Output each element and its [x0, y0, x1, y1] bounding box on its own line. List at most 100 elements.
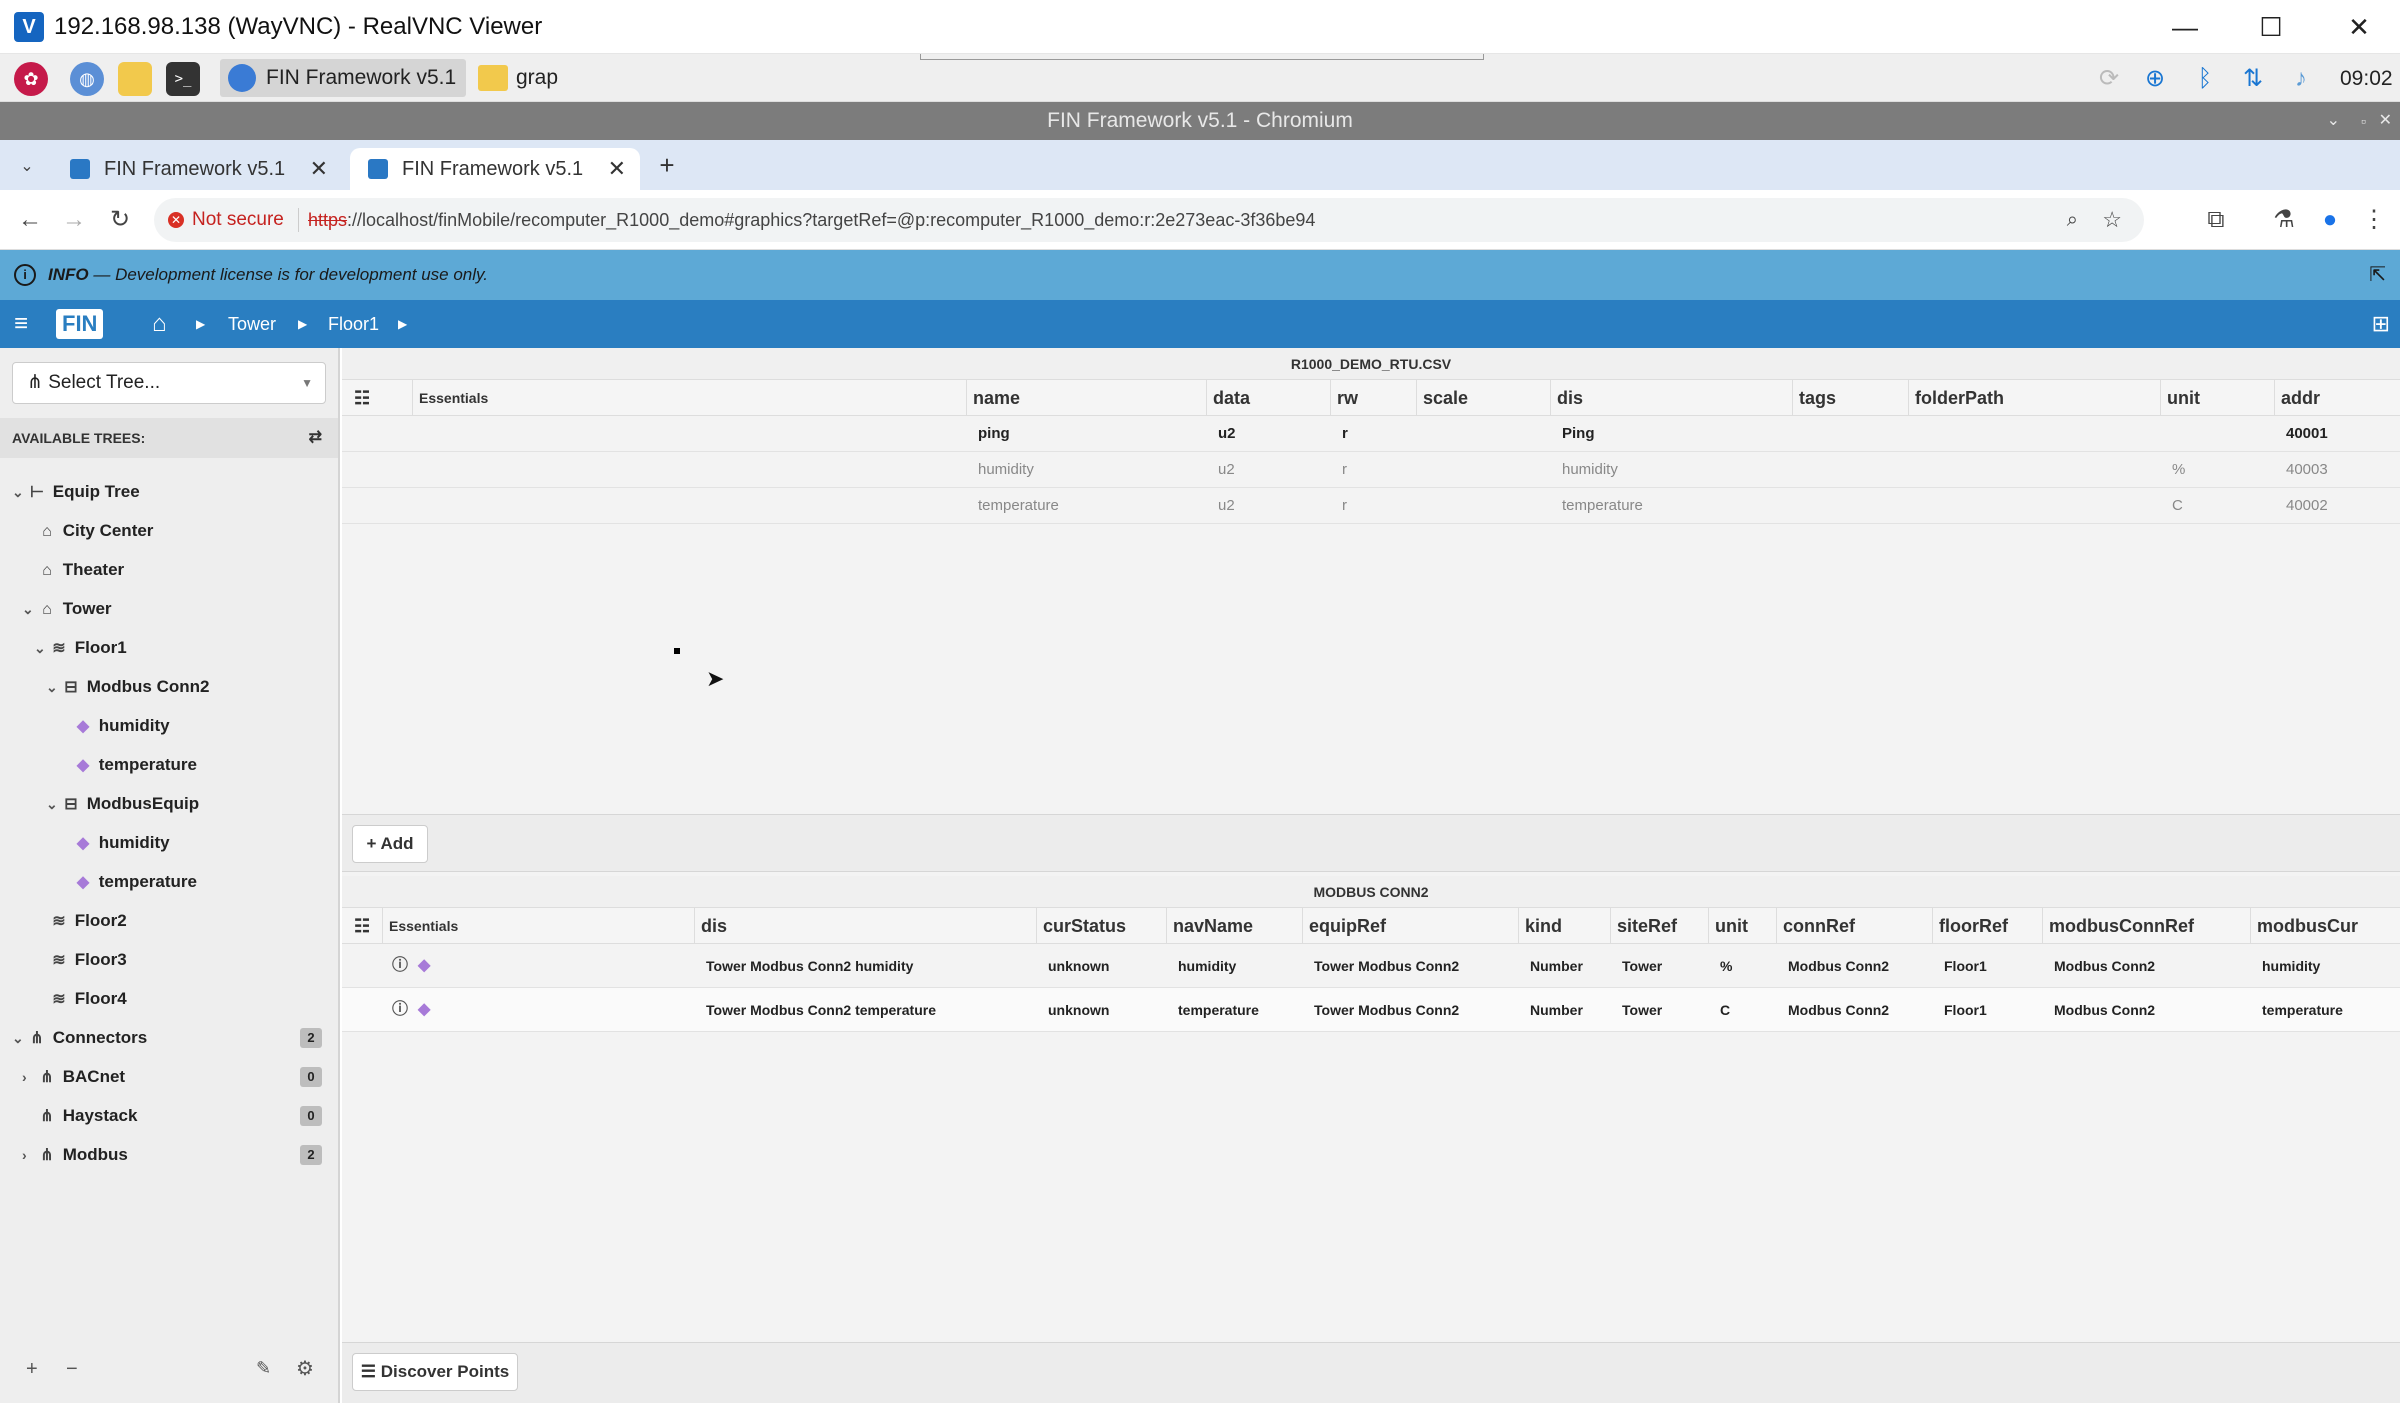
column-header[interactable]: Essentials [412, 380, 488, 416]
profile-icon[interactable]: ● [2314, 204, 2346, 236]
labs-icon[interactable]: ⚗ [2268, 204, 2300, 236]
column-header[interactable]: siteRef [1610, 908, 1677, 944]
add-button[interactable]: + Add [352, 825, 428, 863]
chevron-right-icon[interactable]: › [22, 1058, 36, 1097]
tree-item-humidity[interactable]: ◆ humidity [0, 706, 338, 745]
tree-item-floor4[interactable]: ≋ Floor4 [0, 979, 338, 1018]
column-menu-icon[interactable]: ☷ [342, 908, 382, 944]
vnc-toolbar-handle[interactable] [920, 54, 1484, 60]
column-header[interactable]: scale [1416, 380, 1468, 416]
tree-item-equip-tree[interactable]: ⌄ ⊢ Equip Tree [0, 472, 338, 511]
chevron-down-icon[interactable]: ⌄ [46, 785, 60, 824]
table-row[interactable]: temperature u2 r temperature C 40002 [342, 488, 2400, 524]
tree-item-connectors[interactable]: ⌄ ⋔ Connectors 2 [0, 1018, 338, 1057]
column-header[interactable]: modbusCur [2250, 908, 2358, 944]
discover-points-button[interactable]: ☰ Discover Points [352, 1353, 518, 1391]
taskbar-task-chromium[interactable]: FIN Framework v5.1 .. [220, 59, 466, 127]
raspberry-menu-icon[interactable]: ✿ [14, 62, 48, 96]
back-icon[interactable]: ← [14, 204, 46, 236]
tab-active[interactable]: FIN Framework v5.1 ✕ [350, 148, 640, 190]
taskbar-task-folder[interactable]: grap [470, 59, 600, 97]
chrome-maximize-icon[interactable]: ▫ [2361, 102, 2366, 140]
tab-search-icon[interactable]: ⌄ [12, 152, 42, 182]
column-header[interactable]: dis [694, 908, 727, 944]
hamburger-menu-icon[interactable]: ≡ [14, 300, 28, 348]
tree-item-haystack[interactable]: ⋔ Haystack 0 [0, 1096, 338, 1135]
chevron-down-icon[interactable]: ⌄ [34, 629, 48, 668]
omnibox[interactable]: ✕ Not secure https://localhost/finMobile… [154, 198, 2144, 242]
network-icon[interactable]: ⇅ [2238, 64, 2268, 94]
breadcrumb-floor1[interactable]: Floor1 [328, 300, 379, 348]
remove-tree-button[interactable]: − [66, 1358, 78, 1381]
column-header[interactable]: data [1206, 380, 1250, 416]
tab-close-icon[interactable]: ✕ [310, 148, 328, 190]
tab-close-icon[interactable]: ✕ [608, 148, 626, 190]
column-header[interactable]: connRef [1776, 908, 1855, 944]
column-header[interactable]: Essentials [382, 908, 458, 944]
share-icon[interactable]: ⇱ [2369, 250, 2386, 300]
breadcrumb-tower[interactable]: Tower [228, 300, 276, 348]
browser-icon[interactable]: ◍ [70, 62, 104, 96]
extensions-icon[interactable]: ⧉ [2200, 204, 2232, 236]
tree-item-city-center[interactable]: ⌂ City Center [0, 511, 338, 550]
info-icon[interactable]: ⓘ [386, 944, 408, 988]
select-tree-dropdown[interactable]: ⋔ Select Tree... ▼ [12, 362, 326, 404]
close-button[interactable]: ✕ [2334, 8, 2384, 46]
column-menu-icon[interactable]: ☷ [342, 380, 382, 416]
chevron-down-icon[interactable]: ⌄ [46, 668, 60, 707]
column-header[interactable]: floorRef [1932, 908, 2008, 944]
chrome-minimize-icon[interactable]: ⌄ [2327, 102, 2340, 140]
zoom-icon[interactable]: ⌕ [2067, 198, 2078, 242]
column-header[interactable]: equipRef [1302, 908, 1386, 944]
forward-icon[interactable]: → [58, 204, 90, 236]
column-header[interactable]: rw [1330, 380, 1358, 416]
refresh-icon[interactable]: ⇄ [309, 418, 322, 458]
new-tab-button[interactable]: + [652, 150, 682, 180]
maximize-button[interactable]: ☐ [2246, 8, 2296, 46]
column-header[interactable]: unit [1708, 908, 1748, 944]
bookmark-star-icon[interactable]: ☆ [2102, 198, 2122, 242]
info-icon[interactable]: ⓘ [386, 988, 408, 1032]
table-row[interactable]: ⓘ ◆ Tower Modbus Conn2 temperature unkno… [342, 988, 2400, 1032]
chevron-down-icon[interactable]: ⌄ [12, 473, 26, 512]
tree-item-tower[interactable]: ⌄ ⌂ Tower [0, 589, 338, 628]
table-row[interactable]: humidity u2 r humidity % 40003 [342, 452, 2400, 488]
fin-logo[interactable]: FIN [56, 309, 104, 339]
home-icon[interactable]: ⌂ [152, 300, 167, 348]
edit-icon[interactable]: ✎ [256, 1358, 271, 1379]
column-header[interactable]: curStatus [1036, 908, 1126, 944]
minimize-button[interactable]: — [2160, 8, 2210, 46]
terminal-icon[interactable]: >_ [166, 62, 200, 96]
tree-item-bacnet[interactable]: › ⋔ BACnet 0 [0, 1057, 338, 1096]
tab-inactive[interactable]: FIN Framework v5.1 ✕ [52, 148, 342, 190]
column-header[interactable]: modbusConnRef [2042, 908, 2194, 944]
tree-item-temperature[interactable]: ◆ temperature [0, 862, 338, 901]
reload-icon[interactable]: ↻ [104, 204, 136, 236]
chrome-close-icon[interactable]: ✕ [2379, 102, 2392, 140]
volume-icon[interactable]: ♪ [2286, 64, 2316, 94]
add-tree-button[interactable]: + [26, 1358, 38, 1381]
update-icon[interactable]: ⊕ [2140, 64, 2170, 94]
table-row[interactable]: ping u2 r Ping 40001 [342, 416, 2400, 452]
tree-item-humidity[interactable]: ◆ humidity [0, 823, 338, 862]
column-header[interactable]: tags [1792, 380, 1836, 416]
sync-icon[interactable]: ⟳ [2094, 64, 2124, 94]
not-secure-label[interactable]: Not secure [192, 198, 284, 242]
column-header[interactable]: navName [1166, 908, 1253, 944]
column-header[interactable]: kind [1518, 908, 1562, 944]
tree-item-modbus-conn2[interactable]: ⌄ ⊟ Modbus Conn2 [0, 667, 338, 706]
chevron-right-icon[interactable]: › [22, 1136, 36, 1175]
tree-item-temperature[interactable]: ◆ temperature [0, 745, 338, 784]
tree-item-modbusequip[interactable]: ⌄ ⊟ ModbusEquip [0, 784, 338, 823]
tree-item-theater[interactable]: ⌂ Theater [0, 550, 338, 589]
bluetooth-icon[interactable]: ᛒ [2190, 64, 2220, 94]
column-header[interactable]: name [966, 380, 1020, 416]
tree-item-floor2[interactable]: ≋ Floor2 [0, 901, 338, 940]
tree-item-modbus[interactable]: › ⋔ Modbus 2 [0, 1135, 338, 1174]
url-text[interactable]: https://localhost/finMobile/recomputer_R… [308, 198, 1315, 242]
gear-icon[interactable]: ⚙ [296, 1356, 314, 1381]
file-manager-icon[interactable] [118, 62, 152, 96]
chevron-down-icon[interactable]: ⌄ [12, 1019, 26, 1058]
tree-item-floor1[interactable]: ⌄ ≋ Floor1 [0, 628, 338, 667]
column-header[interactable]: unit [2160, 380, 2200, 416]
